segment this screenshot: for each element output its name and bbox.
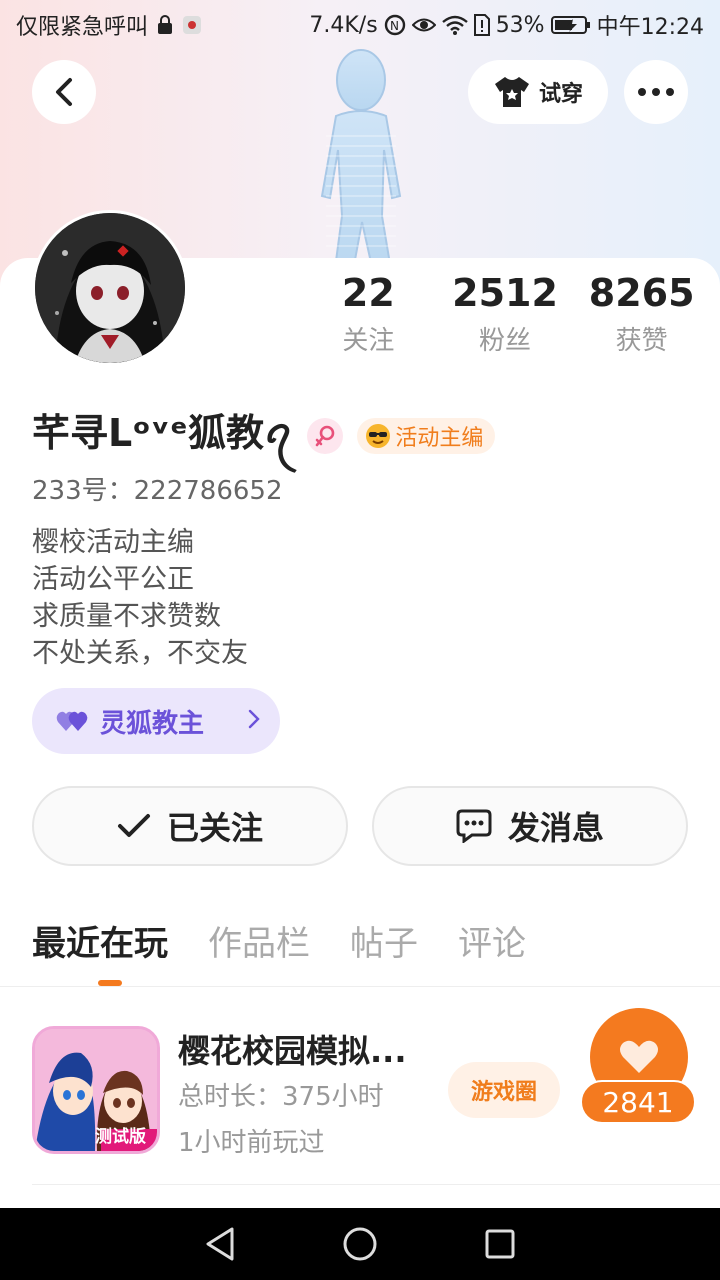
followers-label: 粉丝 [479, 326, 532, 356]
avatar-outfit-figure [320, 49, 402, 276]
bio-line: 樱校活动主编 [32, 527, 194, 558]
likes-count: 8265 [588, 271, 695, 315]
female-gender-icon [307, 418, 344, 454]
bio-line: 不处关系，不交友 [32, 638, 248, 669]
game-total-duration: 总时长：375小时 [178, 1082, 384, 1112]
system-navigation-bar [0, 1208, 720, 1280]
carrier-text: 仅限紧急呼叫 [16, 15, 149, 40]
square-recents-icon [485, 1229, 515, 1259]
ellipsis-icon [638, 88, 674, 96]
lock-icon [156, 15, 174, 35]
following-button-label: 已关注 [166, 809, 263, 847]
send-message-button[interactable]: 发消息 [372, 786, 688, 866]
role-badge-label: 活动主编 [395, 426, 484, 451]
tab-comments[interactable]: 评论 [458, 916, 526, 965]
send-message-label: 发消息 [507, 809, 604, 847]
clock: 中午12:24 [596, 15, 704, 40]
game-circle-button[interactable]: 游戏圈 [448, 1062, 560, 1118]
divider [32, 1184, 720, 1185]
status-bar: 仅限紧急呼叫 7.4K/s N 53% 中午12:24 [0, 0, 720, 50]
svg-text:N: N [390, 19, 399, 33]
chevron-left-icon [56, 78, 72, 106]
profile-stats: 22 关注 2512 粉丝 8265 获赞 [300, 270, 710, 357]
bio-line: 求质量不求赞数 [32, 601, 221, 632]
following-label: 关注 [342, 326, 395, 356]
checkmark-icon [117, 814, 150, 837]
tab-posts[interactable]: 帖子 [350, 916, 418, 965]
bio-line: 活动公平公正 [32, 564, 194, 595]
tab-recently-played[interactable]: 最近在玩 [32, 916, 168, 965]
chat-bubble-icon [456, 809, 492, 843]
profile-tabs: 最近在玩 作品栏 帖子 评论 [32, 916, 526, 965]
back-button[interactable] [32, 60, 96, 124]
data-saver-icon: N [384, 14, 406, 36]
battery-charging-icon [550, 15, 591, 35]
like-count: 2841 [580, 1080, 696, 1124]
bio: 樱校活动主编 活动公平公正 求质量不求赞数 不处关系，不交友 [32, 524, 248, 672]
nickname: 芊寻Lᵒᵛᵉ狐教ꪖ [32, 411, 294, 455]
triangle-back-icon [206, 1227, 234, 1261]
tshirt-icon [494, 77, 529, 107]
fan-group-tag[interactable]: 灵狐教主 [32, 688, 280, 754]
circle-home-icon [343, 1227, 377, 1261]
following-button[interactable]: 已关注 [32, 786, 348, 866]
followers-stat[interactable]: 2512 粉丝 [437, 270, 574, 357]
net-speed: 7.4K/s [309, 12, 378, 38]
name-row: 芊寻Lᵒᵛᵉ狐教ꪖ 活动主编 [32, 396, 496, 476]
game-icon[interactable]: 测试版 [32, 1026, 160, 1154]
divider [0, 986, 720, 987]
likes-label: 获赞 [615, 326, 668, 356]
game-list-item[interactable]: 测试版 樱花校园模拟... 总时长：375小时 1小时前玩过 游戏圈 2841 [32, 1008, 720, 1182]
nav-recents-button[interactable] [480, 1224, 520, 1264]
role-badge: 活动主编 [357, 418, 496, 454]
game-last-played: 1小时前玩过 [178, 1128, 325, 1158]
heart-icon [620, 1040, 658, 1073]
following-count: 22 [341, 271, 395, 315]
sunglasses-emoji-icon [366, 424, 391, 448]
eye-icon [411, 16, 436, 34]
avatar[interactable] [32, 210, 188, 366]
user-id: 233号：222786652 [32, 476, 283, 506]
more-options-button[interactable] [624, 60, 688, 124]
following-stat[interactable]: 22 关注 [300, 270, 437, 357]
game-like-button[interactable]: 2841 [578, 1008, 708, 1138]
game-icon-caption: 测试版 [95, 1127, 146, 1147]
chevron-right-icon [248, 707, 260, 735]
wifi-icon [441, 15, 468, 35]
likes-stat[interactable]: 8265 获赞 [573, 270, 710, 357]
tab-works[interactable]: 作品栏 [208, 916, 310, 965]
try-on-button[interactable]: 试穿 [468, 60, 608, 124]
followers-count: 2512 [452, 271, 558, 315]
game-title[interactable]: 樱花校园模拟... [178, 1026, 406, 1072]
sim-alert-icon [473, 14, 490, 36]
app-notification-icon [182, 15, 202, 35]
hearts-icon [56, 711, 88, 731]
nav-back-button[interactable] [200, 1224, 240, 1264]
try-on-label: 试穿 [538, 82, 583, 107]
fan-group-label: 灵狐教主 [100, 708, 205, 739]
nav-home-button[interactable] [340, 1224, 380, 1264]
battery-percent: 53% [495, 12, 545, 38]
